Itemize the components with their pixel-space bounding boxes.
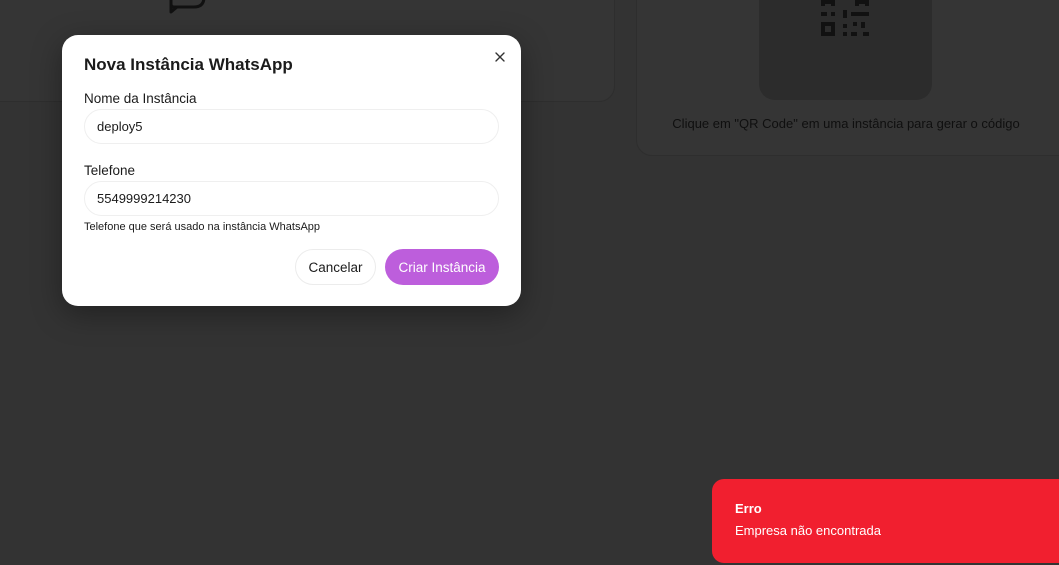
create-instance-button[interactable]: Criar Instância [385, 249, 499, 285]
phone-label: Telefone [84, 163, 136, 178]
instance-name-label: Nome da Instância [84, 91, 197, 106]
new-instance-dialog: Nova Instância WhatsApp Nome da Instânci… [62, 35, 521, 306]
close-icon [495, 52, 505, 62]
phone-input[interactable] [84, 181, 499, 216]
phone-help-text: Telefone que será usado na instância Wha… [84, 221, 321, 233]
qr-code-icon [821, 0, 869, 40]
toast-title: Erro [735, 501, 762, 516]
toast-message: Empresa não encontrada [735, 523, 881, 538]
close-button[interactable] [491, 48, 509, 66]
instance-name-input[interactable] [84, 109, 499, 144]
dialog-title: Nova Instância WhatsApp [84, 55, 293, 74]
chat-bubble-icon [168, 0, 208, 20]
cancel-button[interactable]: Cancelar [295, 249, 376, 285]
error-toast[interactable]: Erro Empresa não encontrada [712, 479, 1059, 563]
qr-hint-text: Clique em "QR Code" em uma instância par… [672, 116, 1020, 131]
